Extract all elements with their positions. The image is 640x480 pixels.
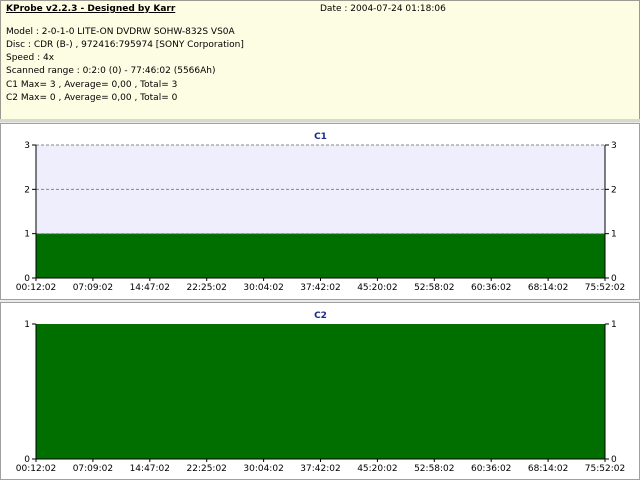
c1-x-tick-label: 68:14:02 (528, 283, 568, 293)
c1-y-tick-label-right: 3 (611, 141, 617, 151)
c1-y-tick-label: 2 (24, 185, 30, 195)
c1-x-tick-label: 30:04:02 (243, 283, 283, 293)
c2-x-tick-label: 37:42:02 (300, 464, 340, 474)
c1-x-tick-label: 00:12:02 (16, 283, 56, 293)
c1-x-tick-label: 14:47:02 (130, 283, 170, 293)
c1-x-tick-label: 60:36:02 (471, 283, 511, 293)
c2-x-tick-label: 45:20:02 (357, 464, 397, 474)
c2-y-tick-label-right: 1 (611, 320, 617, 330)
c1-data-area (36, 233, 605, 278)
info-panel: KProbe v2.2.3 - Designed by Karr Date : … (0, 0, 640, 120)
c2-x-tick-label: 68:14:02 (528, 464, 568, 474)
c1-x-tick-label: 75:52:02 (585, 283, 625, 293)
scan-speed: Speed : 4x (6, 53, 55, 63)
c2-data-area (36, 324, 605, 459)
c2-stats: C2 Max= 0 , Average= 0,00 , Total= 0 (6, 93, 178, 103)
c1-x-tick-label: 37:42:02 (300, 283, 340, 293)
c1-chart: 0 01 12 23 300:12:02 07:09:02 14:47:02 22:25:02… (16, 132, 625, 293)
disc-info: Disc : CDR (B-) , 972416:795974 [SONY Co… (6, 40, 244, 50)
c2-x-tick-label: 00:12:02 (16, 464, 56, 474)
c1-stats: C1 Max= 3 , Average= 0,00 , Total= 3 (6, 80, 178, 90)
scan-date: Date : 2004-07-24 01:18:06 (320, 4, 446, 14)
c1-x-tick-label: 07:09:02 (73, 283, 113, 293)
c2-chart: 0 01 100:12:02 07:09:02 14:47:02 22:25:02 30:0… (16, 311, 625, 474)
c1-y-tick-label: 1 (24, 230, 30, 240)
c2-x-tick-label: 30:04:02 (243, 464, 283, 474)
app-title: KProbe v2.2.3 - Designed by Karr (6, 4, 176, 14)
c2-x-tick-label: 52:58:02 (414, 464, 454, 474)
c2-y-tick-label: 1 (24, 320, 30, 330)
c1-y-tick-label-right: 2 (611, 185, 617, 195)
c2-x-tick-label: 75:52:02 (585, 464, 625, 474)
separator (0, 119, 640, 122)
c1-y-tick-label: 3 (24, 141, 30, 151)
drive-model: Model : 2-0-1-0 LITE-ON DVDRW SOHW-832S … (6, 27, 235, 37)
c1-x-tick-label: 45:20:02 (357, 283, 397, 293)
c1-x-tick-label: 52:58:02 (414, 283, 454, 293)
c2-x-tick-label: 22:25:02 (186, 464, 226, 474)
c2-chart-title: C2 (314, 311, 327, 321)
scanned-range: Scanned range : 0:2:0 (0) - 77:46:02 (55… (6, 66, 216, 76)
c2-x-tick-label: 60:36:02 (471, 464, 511, 474)
c2-x-tick-label: 07:09:02 (73, 464, 113, 474)
c1-chart-panel: 0 0 1 1 2 2 3 3 00:12:02 07:09:02 14:47:02 22:25:02… (0, 123, 640, 300)
c1-x-tick-label: 22:25:02 (186, 283, 226, 293)
c2-x-tick-label: 14:47:02 (130, 464, 170, 474)
c1-y-tick-label-right: 1 (611, 230, 617, 240)
c1-chart-title: C1 (314, 132, 327, 142)
c2-chart-panel: 0 0 1 1 00:12:02 07:09:02 14:47:02 22:25:02 30:0… (0, 302, 640, 480)
